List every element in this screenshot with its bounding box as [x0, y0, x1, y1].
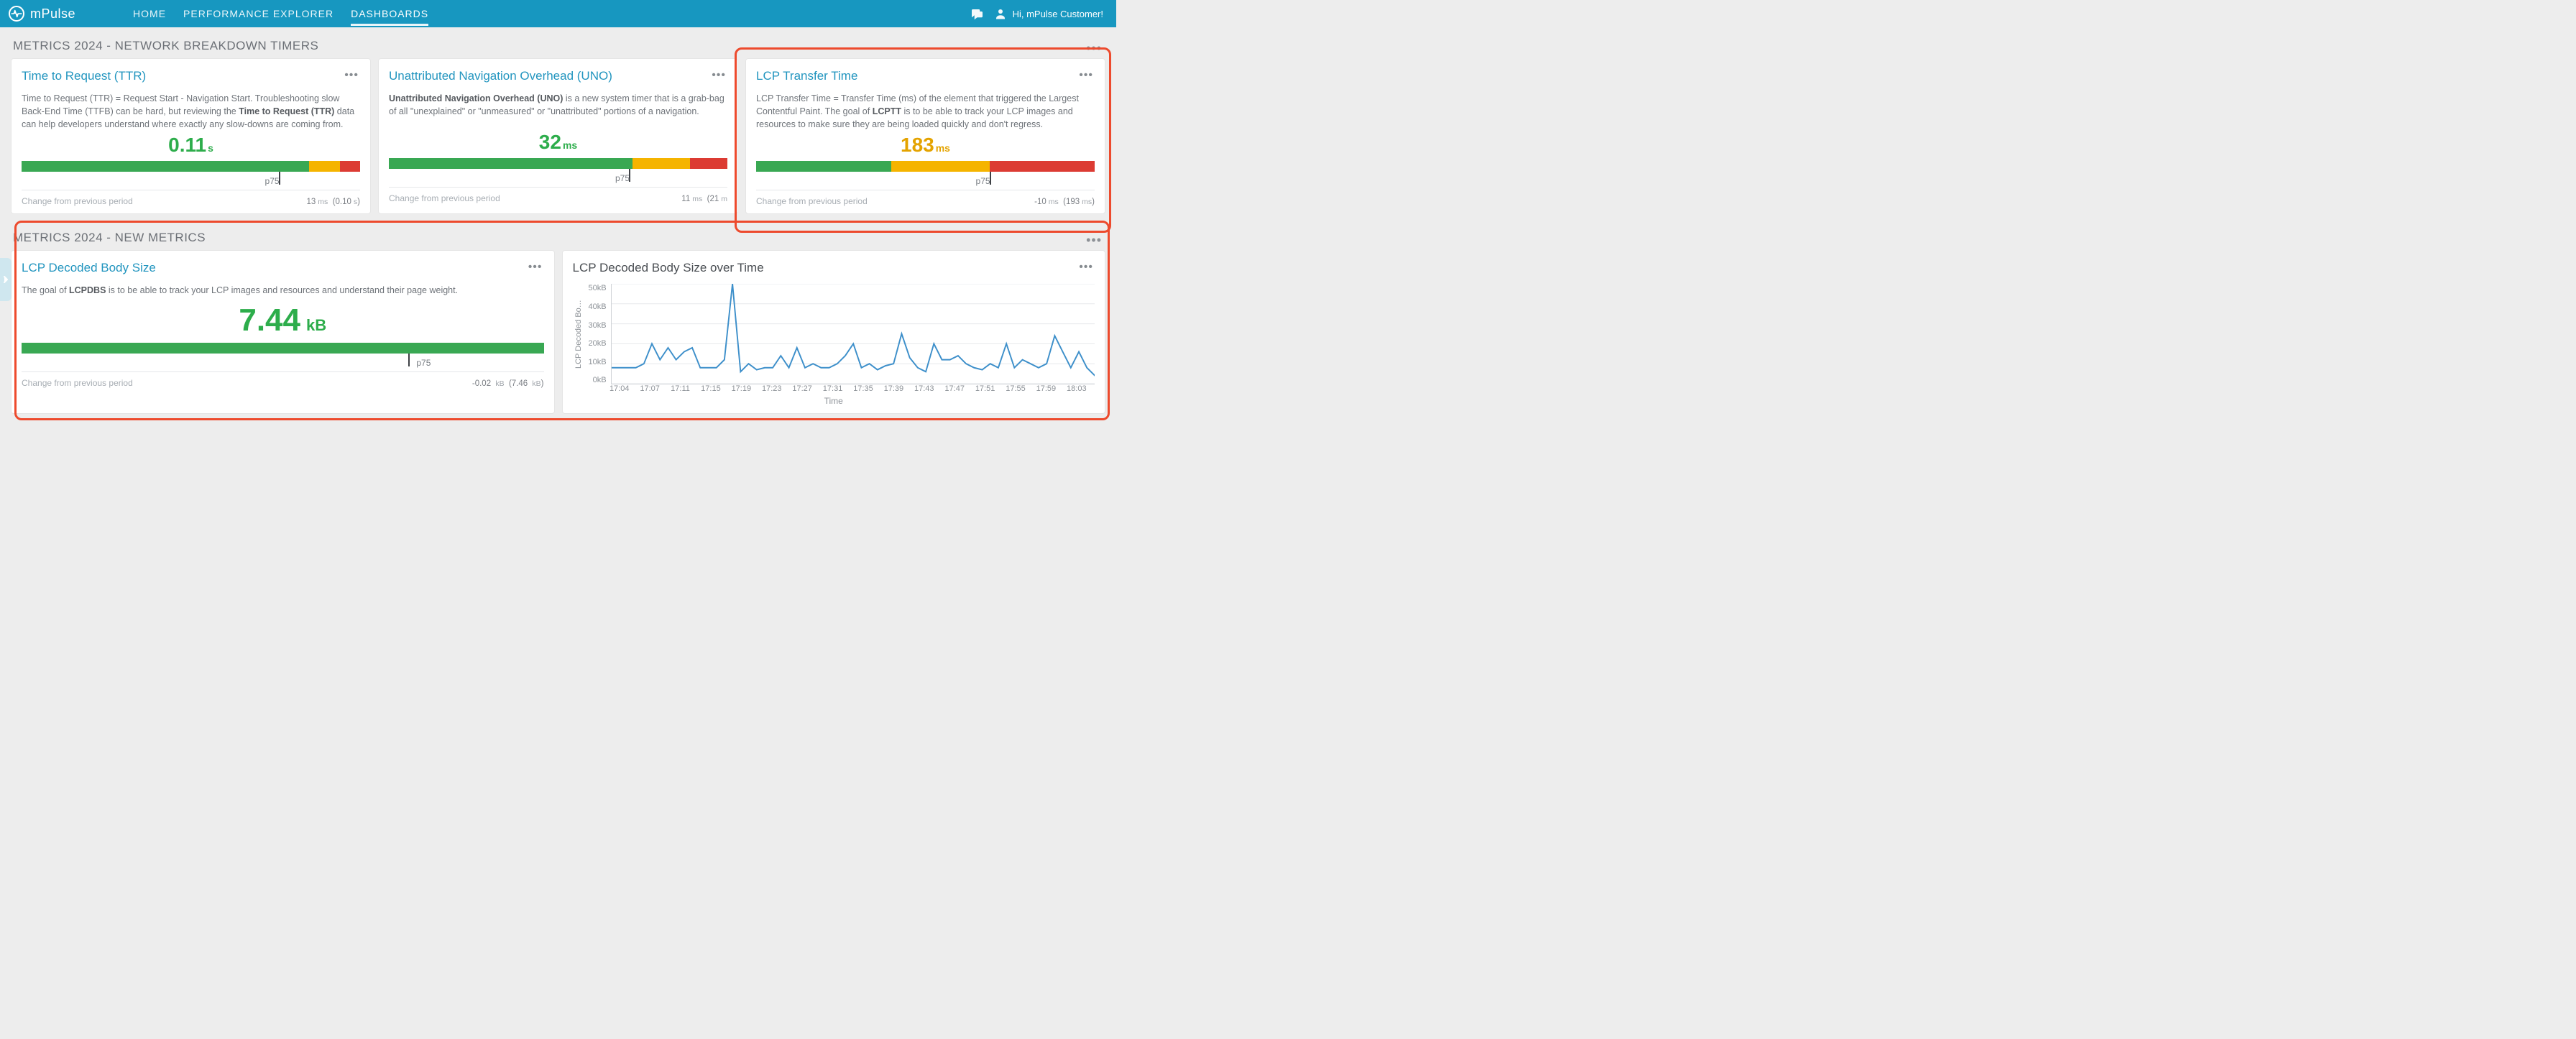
section-title: METRICS 2024 - NEW METRICS — [13, 231, 206, 245]
chart-title: LCP Decoded Body Size over Time — [573, 261, 764, 275]
card-description: LCP Transfer Time = Transfer Time (ms) o… — [756, 92, 1095, 131]
brand-logo-icon — [9, 6, 24, 22]
metric-value: 32ms — [389, 131, 727, 154]
change-row: Change from previous period 13ms (0.10s) — [22, 196, 360, 206]
bar-good — [22, 343, 544, 354]
top-bar: mPulse HOME PERFORMANCE EXPLORER DASHBOA… — [0, 0, 1116, 27]
bar-poor — [340, 161, 360, 172]
metric-value: 0.11s — [22, 134, 360, 157]
card-description: Time to Request (TTR) = Request Start - … — [22, 92, 360, 131]
card-lcp-decoded-over-time: LCP Decoded Body Size over Time ••• LCP … — [563, 251, 1105, 413]
bar-poor — [990, 161, 1095, 172]
p75-label: p75 — [416, 358, 431, 368]
card-lcp-decoded-body-size: LCP Decoded Body Size ••• The goal of LC… — [12, 251, 554, 413]
user-area: Hi, mPulse Customer! — [970, 7, 1103, 20]
card-uno: Unattributed Navigation Overhead (UNO) •… — [379, 59, 737, 213]
bar-needs-improvement — [891, 161, 990, 172]
x-axis-label: Time — [573, 396, 1095, 406]
brand[interactable]: mPulse — [9, 6, 75, 22]
card-lcp-transfer-time: LCP Transfer Time ••• LCP Transfer Time … — [746, 59, 1105, 213]
metric-value: 183ms — [756, 134, 1095, 157]
bar-needs-improvement — [309, 161, 339, 172]
main-nav: HOME PERFORMANCE EXPLORER DASHBOARDS — [133, 0, 428, 27]
change-row: Change from previous period 11ms (21m — [389, 193, 727, 203]
card-menu-icon[interactable]: ••• — [343, 69, 360, 82]
change-row: Change from previous period -10ms (193ms… — [756, 196, 1095, 206]
card-ttr: Time to Request (TTR) ••• Time to Reques… — [12, 59, 370, 213]
user-menu[interactable]: Hi, mPulse Customer! — [994, 7, 1103, 20]
distribution-bar: p75 — [756, 161, 1095, 190]
card-description: Unattributed Navigation Overhead (UNO) i… — [389, 92, 727, 128]
p75-label: p75 — [615, 173, 630, 183]
change-row: Change from previous period -0.02 kB (7.… — [22, 378, 544, 388]
p75-label: p75 — [265, 176, 280, 186]
pulse-icon — [10, 7, 23, 20]
card-menu-icon[interactable]: ••• — [527, 261, 544, 274]
y-axis-label: LCP Decoded Bo… — [573, 284, 584, 384]
card-title[interactable]: Time to Request (TTR) — [22, 69, 146, 83]
bar-needs-improvement — [632, 158, 690, 169]
user-icon — [994, 7, 1007, 20]
y-axis-ticks: 50kB40kB30kB20kB10kB0kB — [584, 284, 611, 384]
card-title[interactable]: LCP Transfer Time — [756, 69, 857, 83]
card-description: The goal of LCPDBS is to be able to trac… — [22, 284, 544, 298]
x-axis-ticks: 17:0417:0717:1117:1517:1917:2317:2717:31… — [604, 384, 1095, 393]
chart-series — [612, 284, 1095, 376]
nav-performance-explorer[interactable]: PERFORMANCE EXPLORER — [183, 0, 334, 27]
chart-plot[interactable] — [611, 284, 1095, 384]
distribution-bar: p75 — [389, 158, 727, 188]
nav-home[interactable]: HOME — [133, 0, 166, 27]
bar-good — [389, 158, 632, 169]
user-greeting: Hi, mPulse Customer! — [1013, 9, 1103, 19]
chart[interactable]: LCP Decoded Bo… 50kB40kB30kB20kB10kB0kB — [573, 284, 1095, 384]
section-network-timers: METRICS 2024 - NETWORK BREAKDOWN TIMERS … — [0, 27, 1116, 219]
p75-marker — [408, 354, 410, 366]
section-menu-icon[interactable]: ••• — [1086, 233, 1105, 248]
bar-good — [756, 161, 891, 172]
card-title[interactable]: Unattributed Navigation Overhead (UNO) — [389, 69, 612, 83]
p75-label: p75 — [976, 176, 990, 186]
bar-poor — [690, 158, 727, 169]
card-menu-icon[interactable]: ••• — [1077, 69, 1095, 82]
section-title: METRICS 2024 - NETWORK BREAKDOWN TIMERS — [13, 39, 318, 53]
metric-value: 7.44kB — [22, 303, 544, 338]
bar-good — [22, 161, 309, 172]
section-new-metrics: METRICS 2024 - NEW METRICS ••• LCP Decod… — [0, 219, 1116, 419]
card-title[interactable]: LCP Decoded Body Size — [22, 261, 156, 275]
section-menu-icon[interactable]: ••• — [1086, 41, 1105, 56]
nav-dashboards[interactable]: DASHBOARDS — [351, 0, 428, 27]
card-menu-icon[interactable]: ••• — [710, 69, 727, 82]
distribution-bar: p75 — [22, 343, 544, 372]
distribution-bar: p75 — [22, 161, 360, 190]
brand-name: mPulse — [30, 6, 75, 22]
chat-icon[interactable] — [970, 7, 983, 20]
card-menu-icon[interactable]: ••• — [1077, 261, 1095, 274]
